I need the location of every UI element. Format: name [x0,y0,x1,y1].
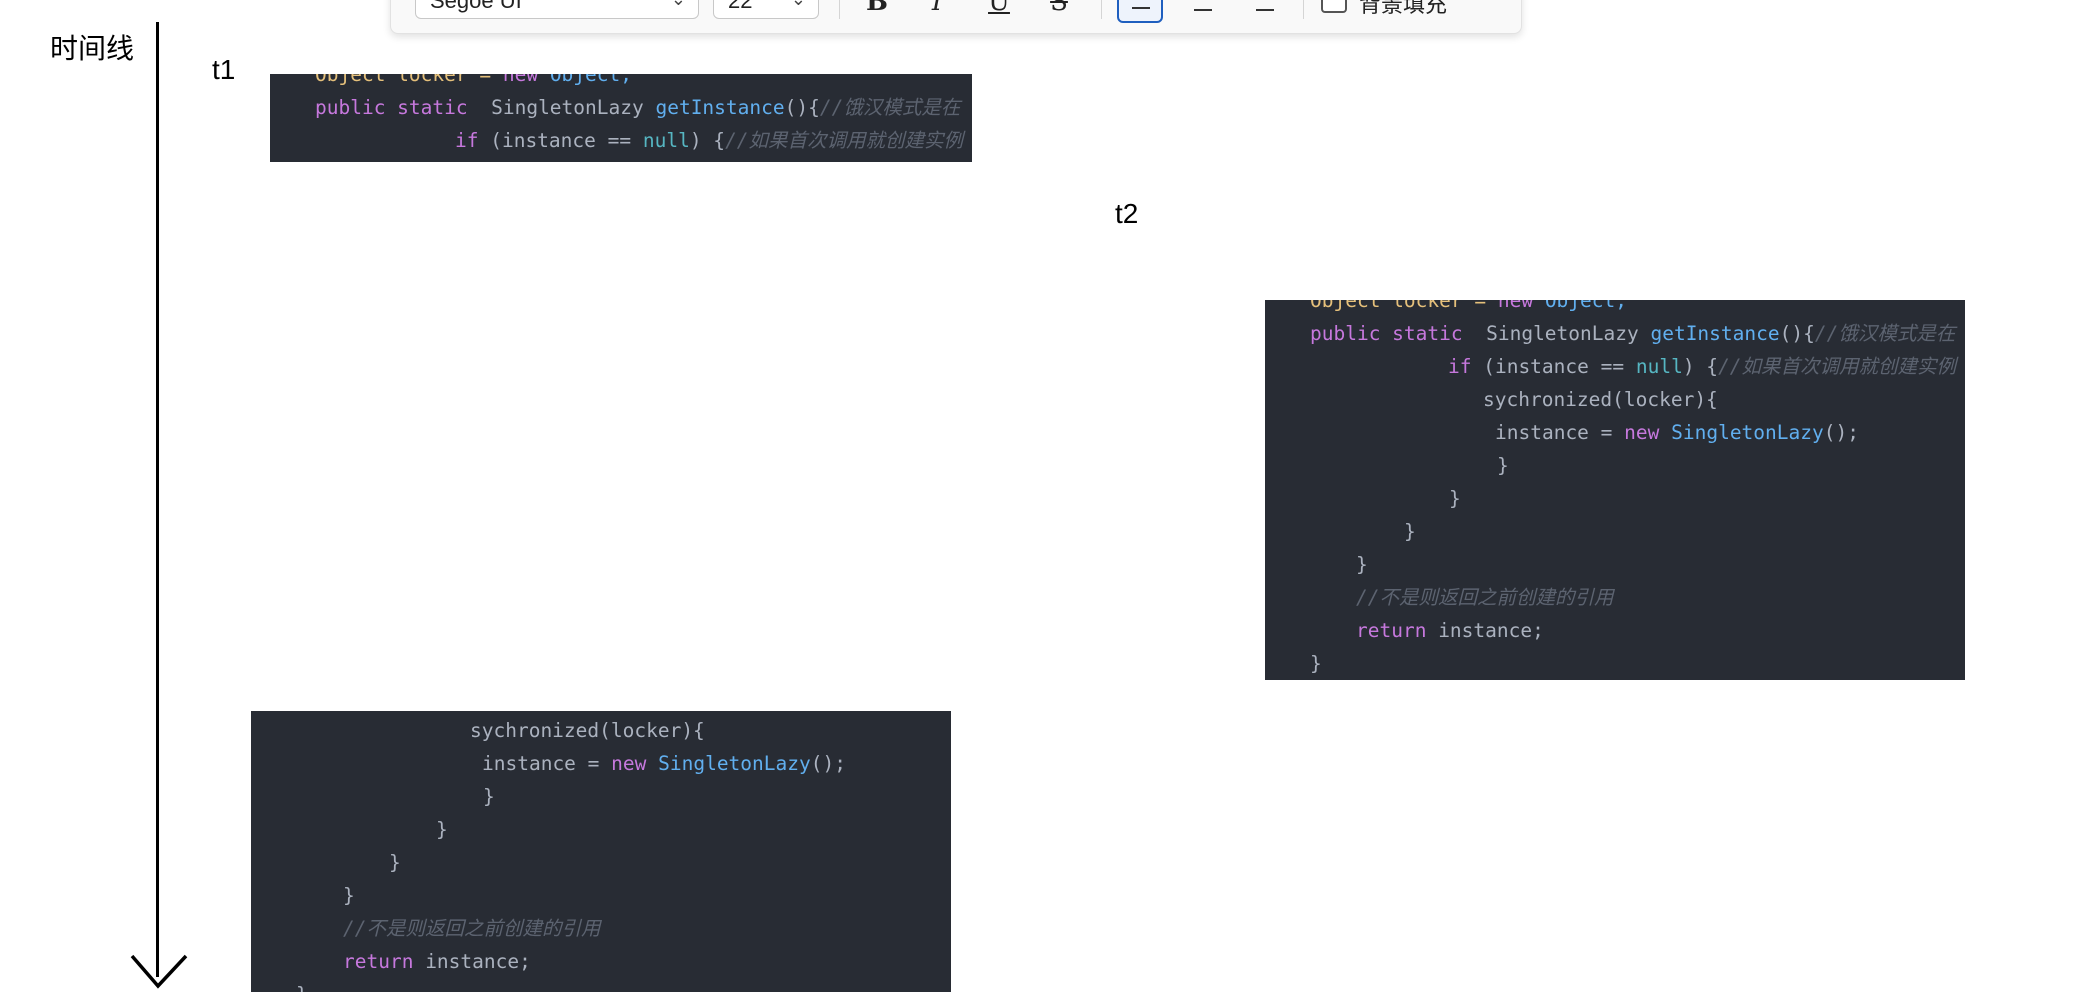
code-line: public static SingletonLazy getInstance(… [1310,322,1956,345]
timeline-axis [156,22,159,977]
background-fill-checkbox[interactable] [1321,0,1347,13]
code-line: } [1449,487,1461,510]
font-size-value: 22 [728,0,753,13]
align-right-button[interactable] [1243,0,1289,23]
align-center-icon [1194,9,1212,11]
italic-button[interactable]: I [917,0,957,21]
align-center-button[interactable] [1181,0,1227,23]
bold-button[interactable]: B [857,0,897,21]
code-line: return instance; [1356,619,1544,642]
code-line: //不是则返回之前创建的引用 [343,917,601,940]
t2-label: t2 [1115,198,1139,229]
code-line: Object locker = new Object; [1310,300,1627,312]
code-line: Object locker = new Object; [315,74,632,86]
chevron-down-icon: ⌄ [671,0,686,12]
code-line: } [343,884,355,907]
code-line: if (instance == null) {//如果首次调用就创建实例 [1448,355,1957,378]
toolbar-divider [1303,0,1304,19]
timeline-title: 时间线 [50,33,135,64]
code-line: } [483,785,495,808]
background-fill-label: 背景填充 [1359,0,1448,17]
align-right-icon [1256,9,1274,11]
font-family-value: Segoe UI [430,0,522,13]
code-line: instance = new SingletonLazy(); [1495,421,1859,444]
code-line: } [1497,454,1509,477]
align-left-icon [1132,7,1150,9]
code-line: return instance; [343,950,531,973]
code-line: public static SingletonLazy getInstance(… [315,96,961,119]
align-left-button[interactable] [1117,0,1163,23]
chevron-down-icon: ⌄ [791,0,806,12]
code-line: sychronized(locker){ [1483,388,1718,411]
underline-button[interactable]: U [979,0,1019,21]
text-format-toolbar: Segoe UI ⌄ 22 ⌄ B I U S 背景填充 [390,0,1522,34]
font-size-select[interactable]: 22 ⌄ [713,0,819,19]
code-line: //不是则返回之前创建的引用 [1356,586,1614,609]
code-snippet-t1-top: Object locker = new Object; public stati… [270,74,972,162]
t1-label: t1 [212,54,236,85]
code-line: instance = new SingletonLazy(); [482,752,846,775]
code-line: } [436,818,448,841]
code-line: } [1310,652,1322,675]
strikethrough-button[interactable]: S [1039,0,1079,21]
code-line: if (instance == null) {//如果首次调用就创建实例 [455,129,964,152]
toolbar-divider [1101,0,1102,19]
code-line: } [389,851,401,874]
code-snippet-t1-bottom: sychronized(locker){ instance = new Sing… [251,711,951,992]
arrow-down-icon [130,954,188,989]
code-line: sychronized(locker){ [470,719,705,742]
code-line: } [1404,520,1416,543]
code-snippet-t2: Object locker = new Object; public stati… [1265,300,1965,680]
font-family-select[interactable]: Segoe UI ⌄ [415,0,699,19]
code-line: } [296,978,308,992]
toolbar-divider [839,0,840,19]
code-line: } [1356,553,1368,576]
